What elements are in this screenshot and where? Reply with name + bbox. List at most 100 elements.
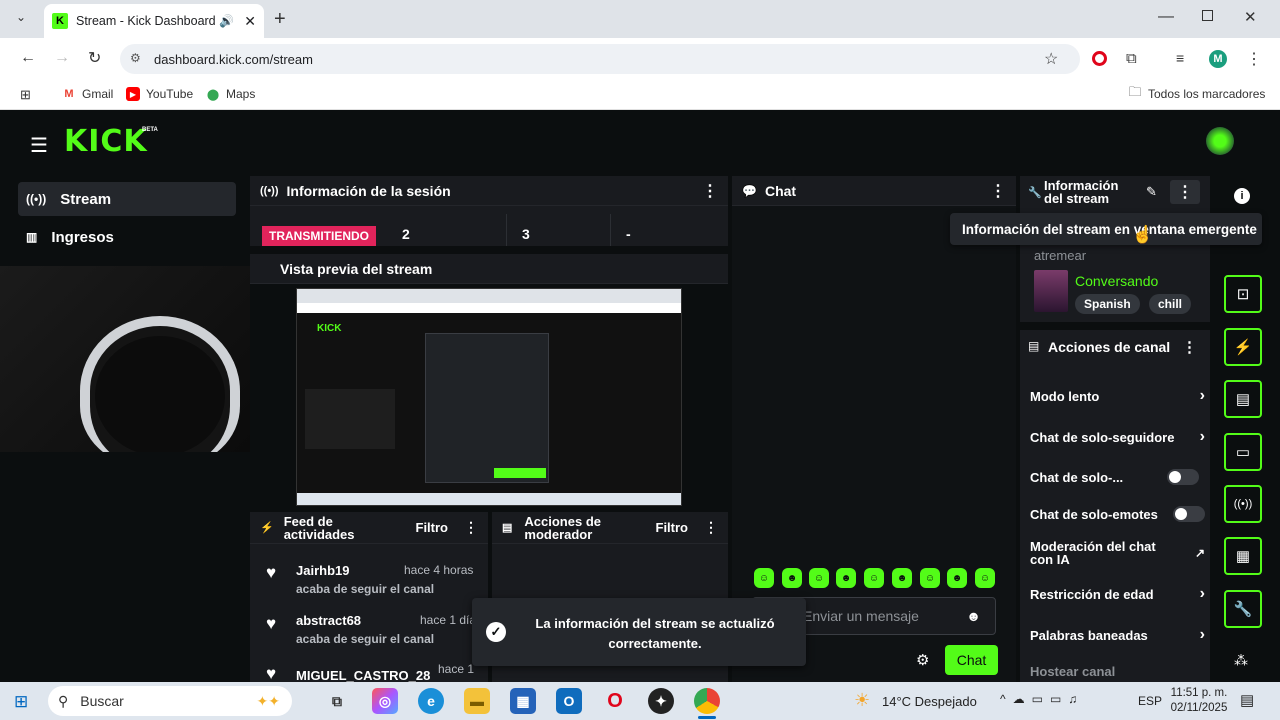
action-label: Moderación del chat con IA bbox=[1030, 539, 1156, 567]
stream-preview-video[interactable]: KICK bbox=[296, 288, 682, 506]
emotes-only-toggle[interactable] bbox=[1173, 506, 1205, 522]
action-slow-mode[interactable]: Modo lento › bbox=[1030, 387, 1205, 405]
hamburger-menu-icon[interactable]: ☰ bbox=[30, 133, 48, 158]
category-thumbnail[interactable] bbox=[1034, 270, 1068, 312]
sidebar-item-ingresos[interactable]: ▥ Ingresos bbox=[18, 220, 236, 254]
search-icon: ⚲ bbox=[58, 692, 69, 709]
opera-extension-icon[interactable] bbox=[1092, 51, 1107, 66]
action-host-channel[interactable]: Hostear canal bbox=[1030, 662, 1205, 680]
chat-menu-icon[interactable]: ⋮ bbox=[990, 181, 1006, 201]
minimize-icon[interactable]: — bbox=[1158, 8, 1174, 26]
maximize-icon[interactable] bbox=[1202, 10, 1213, 21]
language-indicator[interactable]: ESP bbox=[1138, 694, 1162, 708]
emote-icon[interactable]: ☺ bbox=[754, 568, 774, 588]
window-close-icon[interactable]: ✕ bbox=[1244, 8, 1257, 26]
feed-menu-icon[interactable]: ⋮ bbox=[464, 519, 478, 536]
lightning-icon: ⚡ bbox=[260, 522, 274, 534]
mod-menu-icon[interactable]: ⋮ bbox=[704, 519, 718, 536]
emote-icon[interactable]: ☻ bbox=[836, 568, 856, 588]
channel-actions-menu-icon[interactable]: ⋮ bbox=[1182, 338, 1197, 356]
tray-icons[interactable]: ^☁▭▭♫ bbox=[1000, 692, 1084, 706]
emote-icon[interactable]: ☻ bbox=[782, 568, 802, 588]
edge-icon[interactable]: e bbox=[418, 688, 444, 714]
user-avatar[interactable] bbox=[1206, 127, 1234, 155]
stream-info-menu-icon[interactable]: ⋮ bbox=[1170, 180, 1200, 204]
action-followers-only[interactable]: Chat de solo-seguidore › bbox=[1030, 428, 1205, 446]
emote-icon[interactable]: ☺ bbox=[809, 568, 829, 588]
document-icon[interactable]: ▤ bbox=[1224, 380, 1262, 418]
emote-icon[interactable]: ☺ bbox=[920, 568, 940, 588]
weather-icon: ☀ bbox=[854, 690, 871, 710]
action-age-restriction[interactable]: Restricción de edad › bbox=[1030, 585, 1205, 603]
action-banned-words[interactable]: Palabras baneadas › bbox=[1030, 626, 1205, 644]
url-input[interactable]: dashboard.kick.com/stream bbox=[120, 44, 1080, 74]
notifications-icon[interactable]: ▤ bbox=[1240, 691, 1254, 709]
screen-capture-icon[interactable]: ⊡ bbox=[1224, 275, 1262, 313]
back-icon[interactable]: ← bbox=[20, 49, 36, 67]
all-bookmarks[interactable]: 🗀 Todos los marcadores bbox=[1128, 84, 1265, 101]
extensions-icon[interactable]: ⧉ bbox=[1126, 50, 1137, 67]
session-stat: 3 bbox=[522, 226, 530, 242]
profile-avatar[interactable]: M bbox=[1209, 50, 1227, 68]
emote-icon[interactable]: ☺ bbox=[864, 568, 884, 588]
windows-start-icon[interactable]: ⊞ bbox=[14, 692, 28, 712]
forward-icon[interactable]: → bbox=[54, 49, 70, 67]
kick-logo[interactable]: KICK bbox=[64, 124, 148, 159]
bookmark-maps[interactable]: ⬤ Maps bbox=[206, 87, 256, 101]
layout-icon[interactable]: ▦ bbox=[1224, 537, 1262, 575]
emote-icon[interactable]: ☻ bbox=[892, 568, 912, 588]
feed-filter-button[interactable]: Filtro bbox=[416, 520, 449, 535]
task-view-icon[interactable]: ⧉ bbox=[324, 688, 350, 714]
bookmark-youtube[interactable]: ▶ YouTube bbox=[126, 87, 193, 101]
new-tab-icon[interactable]: + bbox=[274, 8, 286, 31]
edit-pencil-icon[interactable]: ✎ bbox=[1146, 184, 1157, 200]
tab-close-icon[interactable]: ✕ bbox=[244, 13, 256, 30]
broadcast-icon[interactable]: ((•)) bbox=[1224, 485, 1262, 523]
chat-placeholder: Enviar un mensaje bbox=[803, 608, 919, 624]
apps-grid-icon[interactable]: ⊞ bbox=[20, 87, 31, 103]
bookmark-gmail[interactable]: M Gmail bbox=[62, 87, 113, 101]
reload-icon[interactable]: ↻ bbox=[88, 48, 101, 68]
info-icon[interactable]: i bbox=[1234, 188, 1250, 204]
feed-item-name[interactable]: MIGUEL_CASTRO_28 bbox=[296, 668, 430, 683]
speaker-icon[interactable]: 🔊 bbox=[219, 14, 234, 28]
store-icon[interactable]: ▦ bbox=[510, 688, 536, 714]
nodes-icon[interactable]: ⁂ bbox=[1234, 652, 1248, 669]
site-info-icon[interactable]: ⚙ bbox=[130, 51, 141, 65]
action-ai-moderation[interactable]: Moderación del chat con IA ↗ bbox=[1030, 539, 1205, 567]
emote-icon[interactable]: ☻ bbox=[947, 568, 967, 588]
subs-only-toggle[interactable] bbox=[1167, 469, 1199, 485]
preview-taskbar bbox=[297, 493, 681, 505]
file-explorer-icon[interactable]: ▬ bbox=[464, 688, 490, 714]
mod-filter-button[interactable]: Filtro bbox=[656, 520, 689, 535]
bookmark-star-icon[interactable]: ☆ bbox=[1044, 49, 1058, 69]
clock[interactable]: 11:51 p. m. 02/11/2025 bbox=[1170, 686, 1228, 716]
chat-settings-gear-icon[interactable]: ⚙ bbox=[916, 651, 929, 669]
chrome-icon[interactable] bbox=[694, 688, 720, 714]
browser-tab[interactable]: K Stream - Kick Dashboard 🔊 ✕ bbox=[44, 4, 264, 38]
emote-icon[interactable]: ☺ bbox=[975, 568, 995, 588]
lightning-icon[interactable]: ⚡ bbox=[1224, 328, 1262, 366]
action-emotes-only[interactable]: Chat de solo-emotes bbox=[1030, 505, 1205, 523]
opera-icon[interactable]: O bbox=[602, 688, 628, 714]
session-stat: - bbox=[626, 226, 631, 242]
feed-item-name[interactable]: abstract68 bbox=[296, 613, 361, 628]
media-queue-icon[interactable]: ≡ bbox=[1176, 50, 1184, 66]
session-menu-icon[interactable]: ⋮ bbox=[702, 181, 718, 201]
chat-bubble-icon[interactable]: ▭ bbox=[1224, 433, 1262, 471]
outlook-icon[interactable]: O bbox=[556, 688, 582, 714]
emoji-picker-icon[interactable]: ☻ bbox=[966, 608, 981, 624]
preview-browser-bar bbox=[297, 289, 681, 303]
weather-text[interactable]: 14°C Despejado bbox=[882, 694, 977, 709]
copilot-icon[interactable]: ◎ bbox=[372, 688, 398, 714]
feed-item-name[interactable]: Jairhb19 bbox=[296, 563, 349, 578]
tab-search-icon[interactable]: ⌄ bbox=[16, 10, 26, 24]
browser-menu-icon[interactable]: ⋮ bbox=[1246, 49, 1262, 69]
stream-category-link[interactable]: Conversando bbox=[1075, 273, 1158, 289]
wrench-icon[interactable]: 🔧 bbox=[1224, 590, 1262, 628]
app-icon[interactable]: ✦ bbox=[648, 688, 674, 714]
sidebar-item-stream[interactable]: ((•)) Stream bbox=[18, 182, 236, 216]
chat-send-button[interactable]: Chat bbox=[945, 645, 998, 675]
taskbar-search[interactable]: ⚲ Buscar ✦✦ bbox=[48, 686, 292, 716]
action-subs-only[interactable]: Chat de solo-... bbox=[1030, 468, 1205, 486]
